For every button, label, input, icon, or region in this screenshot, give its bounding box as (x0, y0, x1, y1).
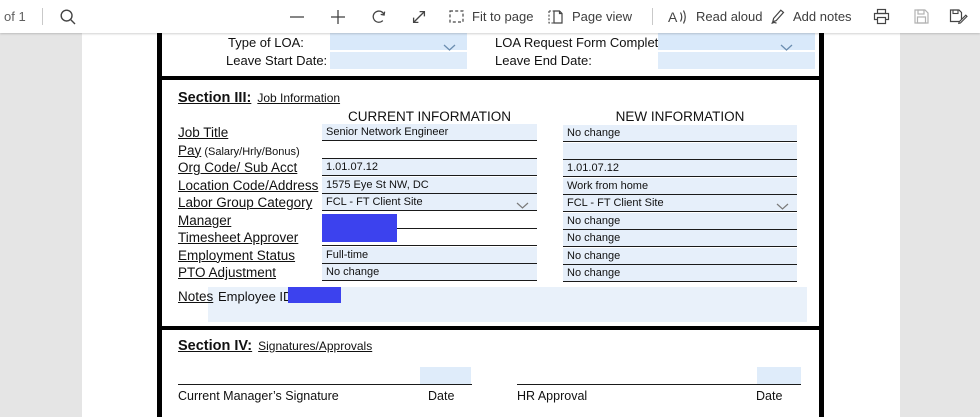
hr-signature-line (517, 384, 801, 385)
table-border-left (157, 33, 162, 417)
timesheet-approver-label: Timesheet Approver (178, 230, 298, 247)
read-aloud-button[interactable]: A Read aloud (667, 0, 763, 33)
hr-date-label: Date (756, 389, 782, 403)
zoom-out-icon (288, 8, 306, 26)
job-title-current-field[interactable]: Senior Network Engineer (322, 124, 537, 141)
new-information-header: NEW INFORMATION (563, 109, 797, 124)
job-title-label: Job Title (178, 125, 228, 142)
employment-status-new-field[interactable]: No change (563, 248, 797, 265)
print-icon (872, 7, 891, 26)
save-icon (912, 7, 931, 26)
employee-id-redaction-box (288, 287, 341, 303)
save-as-icon (948, 7, 968, 26)
fit-to-page-label: Fit to page (472, 9, 533, 24)
job-title-new-field[interactable]: No change (563, 125, 797, 142)
svg-text:A: A (668, 9, 678, 25)
zoom-out-button[interactable] (288, 0, 306, 33)
rotate-button[interactable] (369, 0, 388, 33)
pto-adjustment-label: PTO Adjustment (178, 265, 276, 282)
labor-group-current-dropdown[interactable]: FCL - FT Client Site (322, 194, 537, 211)
pto-adjustment-current-field[interactable]: No change (322, 264, 537, 281)
section4-subtitle: Signatures/Approvals (258, 339, 372, 353)
toolbar-divider (652, 8, 653, 25)
timesheet-approver-new-field[interactable]: No change (563, 230, 797, 247)
manager-new-field[interactable]: No change (563, 213, 797, 230)
section-divider (159, 76, 819, 80)
rotate-icon (369, 7, 388, 26)
org-code-new-field[interactable]: 1.01.07.12 (563, 160, 797, 177)
section-divider (159, 326, 819, 330)
pay-current-field[interactable] (322, 142, 537, 159)
read-aloud-label: Read aloud (696, 9, 763, 24)
type-of-loa-label: Type of LOA: (228, 35, 304, 51)
hr-approval-label: HR Approval (517, 389, 587, 403)
pdf-page: Type of LOA: Leave Start Date: LOA Reque… (82, 33, 900, 417)
notes-label: Notes (178, 289, 213, 305)
page-view-icon (547, 8, 565, 26)
type-of-loa-dropdown[interactable] (330, 33, 467, 50)
manager-signature-label: Current Manager’s Signature (178, 389, 339, 403)
employee-id-label: Employee ID: (218, 289, 296, 305)
pdf-viewer: of 1 (0, 0, 980, 417)
location-code-current-field[interactable]: 1575 Eye St NW, DC (322, 177, 537, 194)
leave-end-date-field[interactable] (658, 52, 815, 69)
pay-new-field[interactable] (563, 143, 797, 160)
read-aloud-icon: A (667, 8, 689, 26)
loa-request-complete-dropdown[interactable] (658, 33, 815, 50)
fit-to-page-icon (448, 8, 465, 25)
leave-start-date-label: Leave Start Date: (226, 53, 327, 69)
org-code-label: Org Code/ Sub Acct (178, 160, 297, 177)
chevron-down-icon (776, 200, 789, 212)
location-code-new-field[interactable]: Work from home (563, 178, 797, 195)
employment-status-label: Employment Status (178, 248, 295, 265)
manager-date-label: Date (428, 389, 454, 403)
leave-end-date-label: Leave End Date: (495, 53, 592, 69)
add-notes-label: Add notes (793, 9, 852, 24)
page-view-label: Page view (572, 9, 632, 24)
add-notes-button[interactable]: Add notes (768, 0, 852, 33)
leave-start-date-field[interactable] (330, 52, 467, 69)
labor-group-label: Labor Group Category (178, 195, 312, 212)
loa-request-complete-label: LOA Request Form Complete: (495, 35, 669, 51)
toolbar-divider (42, 8, 43, 25)
chevron-down-icon (516, 199, 529, 211)
employment-status-current-field[interactable]: Full-time (322, 247, 537, 264)
manager-date-field[interactable] (420, 367, 471, 384)
manager-redaction-box (322, 214, 397, 242)
save-button[interactable] (912, 0, 931, 33)
org-code-current-field[interactable]: 1.01.07.12 (322, 159, 537, 176)
location-code-label: Location Code/Address (178, 178, 318, 195)
zoom-in-icon (329, 8, 347, 26)
search-icon (59, 8, 77, 26)
pdf-toolbar: of 1 (0, 0, 980, 33)
labor-group-new-dropdown[interactable]: FCL - FT Client Site (563, 195, 797, 212)
page-indicator: of 1 (4, 0, 26, 33)
fit-to-width-icon (410, 8, 428, 26)
manager-label: Manager (178, 213, 231, 230)
page-view-button[interactable]: Page view (547, 0, 632, 33)
hr-date-field[interactable] (757, 367, 801, 384)
add-notes-icon (768, 8, 786, 26)
section3-subtitle: Job Information (257, 91, 340, 105)
section4-heading: Section IV:Signatures/Approvals (178, 338, 372, 354)
manager-signature-line (178, 384, 472, 385)
section3-heading: Section III:Job Information (178, 90, 340, 106)
search-button[interactable] (59, 0, 77, 33)
pto-adjustment-new-field[interactable]: No change (563, 265, 797, 282)
save-as-button[interactable] (948, 0, 968, 33)
pay-label: Pay (Salary/Hrly/Bonus) (178, 143, 300, 160)
print-button[interactable] (872, 0, 891, 33)
zoom-in-button[interactable] (329, 0, 347, 33)
fit-to-width-button[interactable] (410, 0, 428, 33)
fit-to-page-button[interactable]: Fit to page (448, 0, 533, 33)
current-information-header: CURRENT INFORMATION (322, 109, 537, 124)
table-border-right (819, 33, 824, 417)
